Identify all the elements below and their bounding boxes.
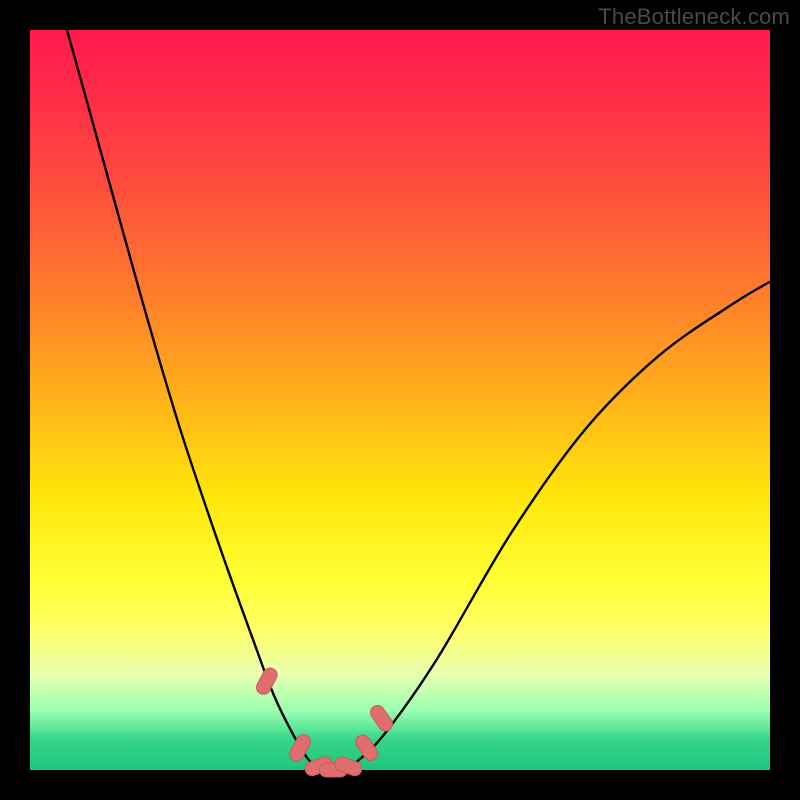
curve-path: [67, 30, 770, 771]
curve-layer: [30, 30, 770, 770]
trough-marker: [368, 703, 396, 734]
trough-markers: [254, 666, 395, 778]
plot-area: [30, 30, 770, 770]
bottleneck-curve: [67, 30, 770, 771]
trough-marker: [353, 732, 381, 763]
trough-marker: [254, 666, 280, 697]
chart-stage: TheBottleneck.com: [0, 0, 800, 800]
watermark-text: TheBottleneck.com: [598, 4, 790, 30]
